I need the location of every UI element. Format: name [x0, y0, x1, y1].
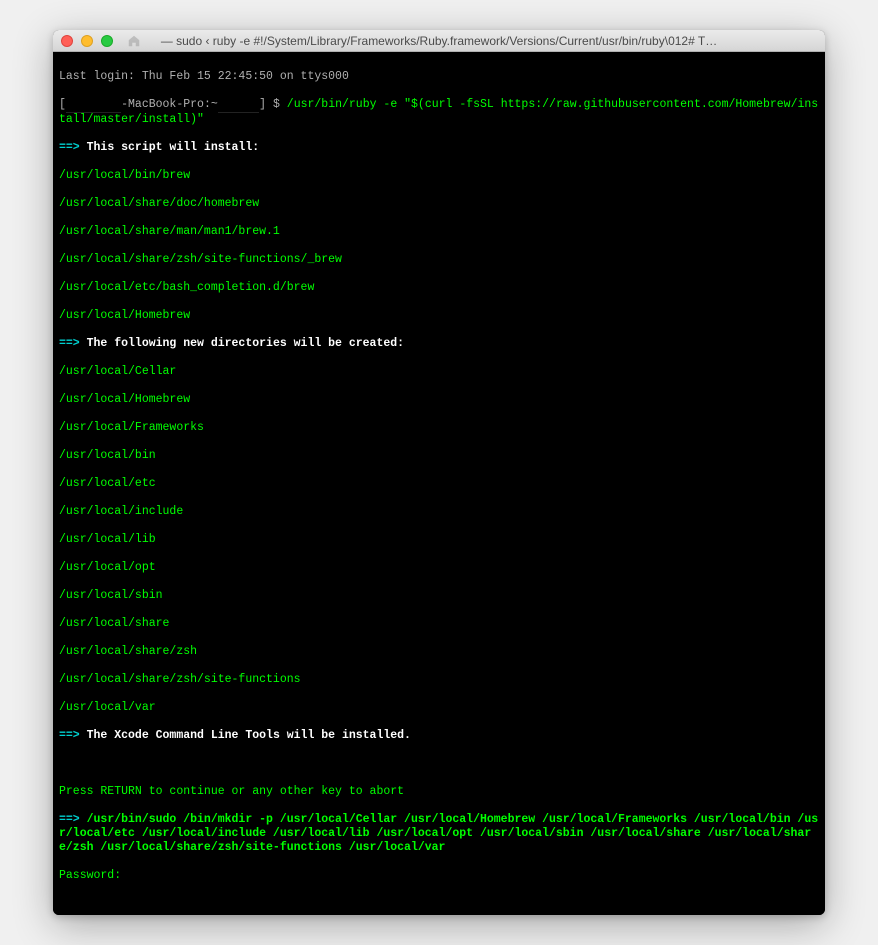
last-login-line: Last login: Thu Feb 15 22:45:50 on ttys0…: [59, 70, 819, 84]
traffic-lights: [61, 34, 141, 48]
continue-prompt: Press RETURN to continue or any other ke…: [59, 785, 819, 799]
newdir-path: /usr/local/share/zsh: [59, 645, 819, 659]
newdir-path: /usr/local/Homebrew: [59, 393, 819, 407]
newdir-path: /usr/local/share/zsh/site-functions: [59, 673, 819, 687]
newdir-path: /usr/local/lib: [59, 533, 819, 547]
newdirs-header: ==> The following new directories will b…: [59, 337, 819, 351]
newdir-path: /usr/local/sbin: [59, 589, 819, 603]
blank-line: [59, 757, 819, 771]
minimize-button[interactable]: [81, 35, 93, 47]
titlebar[interactable]: — sudo ‹ ruby -e #!/System/Library/Frame…: [53, 30, 825, 52]
install-path: /usr/local/share/man/man1/brew.1: [59, 225, 819, 239]
newdir-path: /usr/local/share: [59, 617, 819, 631]
install-path: /usr/local/share/doc/homebrew: [59, 197, 819, 211]
newdir-path: /usr/local/var: [59, 701, 819, 715]
close-button[interactable]: [61, 35, 73, 47]
terminal-window: — sudo ‹ ruby -e #!/System/Library/Frame…: [53, 30, 825, 915]
install-path: /usr/local/etc/bash_completion.d/brew: [59, 281, 819, 295]
terminal-output[interactable]: Last login: Thu Feb 15 22:45:50 on ttys0…: [53, 52, 825, 915]
install-header: ==> This script will install:: [59, 141, 819, 155]
newdir-path: /usr/local/etc: [59, 477, 819, 491]
newdir-path: /usr/local/Cellar: [59, 365, 819, 379]
newdir-path: /usr/local/Frameworks: [59, 421, 819, 435]
password-prompt[interactable]: Password:: [59, 869, 819, 883]
newdir-path: /usr/local/include: [59, 505, 819, 519]
install-path: /usr/local/Homebrew: [59, 309, 819, 323]
window-title: — sudo ‹ ruby -e #!/System/Library/Frame…: [161, 34, 717, 48]
home-icon: [127, 34, 141, 48]
newdir-path: /usr/local/bin: [59, 449, 819, 463]
install-path: /usr/local/share/zsh/site-functions/_bre…: [59, 253, 819, 267]
mkdir-line: ==> /usr/bin/sudo /bin/mkdir -p /usr/loc…: [59, 813, 819, 855]
newdir-path: /usr/local/opt: [59, 561, 819, 575]
install-path: /usr/local/bin/brew: [59, 169, 819, 183]
xcode-header: ==> The Xcode Command Line Tools will be…: [59, 729, 819, 743]
shell-prompt-line: [████████-MacBook-Pro:~██████] $ /usr/bi…: [59, 98, 819, 127]
zoom-button[interactable]: [101, 35, 113, 47]
